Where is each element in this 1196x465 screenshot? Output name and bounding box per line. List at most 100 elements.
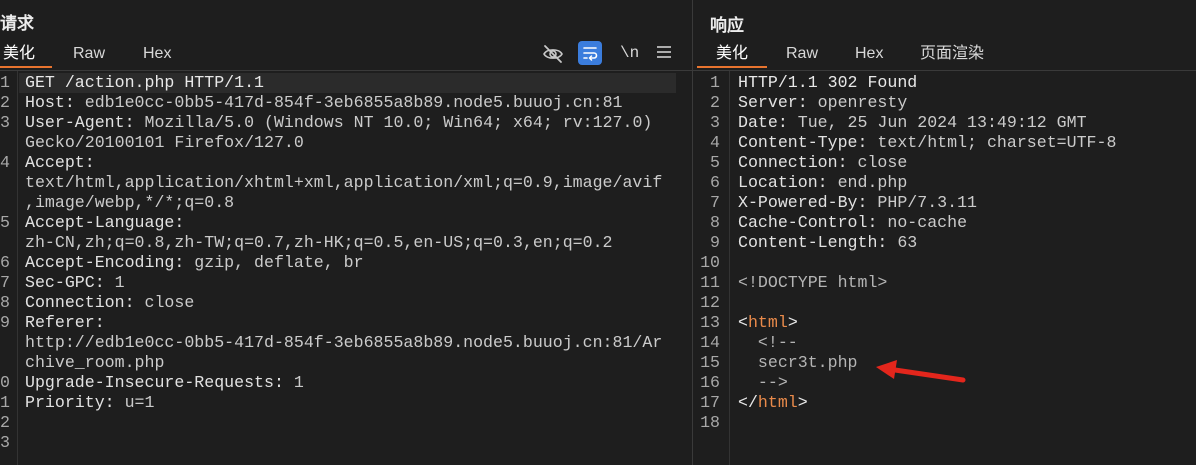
code-line: 17 </html> bbox=[694, 393, 1196, 413]
code-line: 12 bbox=[0, 413, 692, 433]
code-line: 8 Cache-Control: no-cache bbox=[694, 213, 1196, 233]
code-line: 9 Content-Length: 63 bbox=[694, 233, 1196, 253]
code-line: zh-CN,zh;q=0.8,zh-TW;q=0.7,zh-HK;q=0.5,e… bbox=[0, 233, 692, 253]
header-name: Sec-GPC: bbox=[25, 273, 105, 292]
header-value: PHP/7.3.11 bbox=[867, 193, 977, 212]
line-number: 16 bbox=[700, 373, 720, 392]
header-value: end.php bbox=[827, 173, 908, 192]
code-line: 5 Connection: close bbox=[694, 153, 1196, 173]
tag-name: html bbox=[747, 313, 788, 332]
eye-slash-icon[interactable] bbox=[542, 43, 564, 70]
response-tab-raw[interactable]: Raw bbox=[786, 44, 818, 64]
header-value: text/html,application/xhtml+xml,applicat… bbox=[25, 173, 663, 192]
code-line: 5 Accept-Language: bbox=[0, 213, 692, 233]
line-content: --> bbox=[738, 373, 788, 393]
line-content: Connection: close bbox=[738, 153, 907, 173]
code-line: 14 <!-- bbox=[694, 333, 1196, 353]
header-name: Referer: bbox=[25, 313, 105, 332]
request-tab-raw[interactable]: Raw bbox=[73, 44, 105, 64]
code-line: 3 User-Agent: Mozilla/5.0 (Windows NT 10.… bbox=[0, 113, 692, 133]
line-content: Content-Type: text/html; charset=UTF-8 bbox=[738, 133, 1116, 153]
header-value: edb1e0cc-0bb5-417d-854f-3eb6855a8b89.nod… bbox=[74, 93, 623, 112]
line-number: 11 bbox=[0, 393, 10, 412]
header-name: Content-Length: bbox=[738, 233, 888, 252]
menu-icon[interactable] bbox=[656, 45, 672, 64]
code-line: ,image/webp,*/*;q=0.8 bbox=[0, 193, 692, 213]
code-line: 10 bbox=[694, 253, 1196, 273]
response-editor[interactable]: 1 HTTP/1.1 302 Found 2 Server: openresty 3 Da… bbox=[694, 73, 1196, 433]
request-tab-hex[interactable]: Hex bbox=[143, 44, 171, 64]
header-value: Gecko/20100101 Firefox/127.0 bbox=[25, 133, 304, 152]
header-value: text/html; charset=UTF-8 bbox=[867, 133, 1117, 152]
line-number: 14 bbox=[700, 333, 720, 352]
line-content: secr3t.php bbox=[738, 353, 858, 373]
line-number: 5 bbox=[710, 153, 720, 172]
header-value: zh-CN,zh;q=0.8,zh-TW;q=0.7,zh-HK;q=0.5,e… bbox=[25, 233, 613, 252]
html-comment: secr3t.php bbox=[738, 353, 858, 372]
line-number: 1 bbox=[0, 73, 10, 92]
line-number: 1 bbox=[710, 73, 720, 92]
response-tab-pretty[interactable]: 美化 bbox=[716, 44, 748, 64]
line-number: 10 bbox=[0, 373, 10, 392]
request-editor[interactable]: 1 GET /action.php HTTP/1.1 2 Host: edb1e0cc… bbox=[0, 73, 692, 453]
header-value: ,image/webp,*/*;q=0.8 bbox=[25, 193, 235, 212]
wrap-lines-icon[interactable] bbox=[578, 41, 602, 65]
line-content: Server: openresty bbox=[738, 93, 907, 113]
line-number: 2 bbox=[0, 93, 10, 112]
code-line: chive_room.php bbox=[0, 353, 692, 373]
line-content: Upgrade-Insecure-Requests: 1 bbox=[25, 373, 304, 393]
response-tab-render[interactable]: 页面渲染 bbox=[920, 44, 984, 64]
tag-bracket: </ bbox=[738, 393, 758, 412]
line-content: GET /action.php HTTP/1.1 bbox=[25, 73, 264, 93]
code-line: Gecko/20100101 Firefox/127.0 bbox=[0, 133, 692, 153]
header-name: Connection: bbox=[738, 153, 848, 172]
code-line: 18 bbox=[694, 413, 1196, 433]
header-value: gzip, deflate, br bbox=[184, 253, 364, 272]
line-content: http://edb1e0cc-0bb5-417d-854f-3eb6855a8… bbox=[25, 333, 662, 353]
line-number: 13 bbox=[700, 313, 720, 332]
code-line: 7 X-Powered-By: PHP/7.3.11 bbox=[694, 193, 1196, 213]
header-name: Cache-Control: bbox=[738, 213, 878, 232]
line-content: Accept: bbox=[25, 153, 95, 173]
line-number: 7 bbox=[0, 273, 10, 292]
response-tab-hex[interactable]: Hex bbox=[855, 44, 883, 64]
header-value: close bbox=[847, 153, 908, 172]
header-name: User-Agent: bbox=[25, 113, 135, 132]
code-line: 2 Server: openresty bbox=[694, 93, 1196, 113]
line-number: 13 bbox=[0, 433, 10, 452]
tag-bracket: < bbox=[738, 313, 748, 332]
show-newlines-toggle[interactable]: \n bbox=[620, 43, 639, 63]
line-content: Accept-Language: bbox=[25, 213, 184, 233]
header-value: openresty bbox=[807, 93, 908, 112]
line-number: 8 bbox=[710, 213, 720, 232]
html-comment: <!-- bbox=[738, 333, 798, 352]
code-line: 1 HTTP/1.1 302 Found bbox=[694, 73, 1196, 93]
line-number: 4 bbox=[710, 133, 720, 152]
code-line: 16 --> bbox=[694, 373, 1196, 393]
code-line: 12 bbox=[694, 293, 1196, 313]
code-line: 11 <!DOCTYPE html> bbox=[694, 273, 1196, 293]
code-line: 10 Upgrade-Insecure-Requests: 1 bbox=[0, 373, 692, 393]
request-tab-pretty[interactable]: 美化 bbox=[3, 44, 35, 64]
line-content: Host: edb1e0cc-0bb5-417d-854f-3eb6855a8b… bbox=[25, 93, 622, 113]
doctype: <!DOCTYPE html> bbox=[738, 273, 888, 292]
header-value: Mozilla/5.0 (Windows NT 10.0; Win64; x64… bbox=[134, 113, 653, 132]
line-content: Content-Length: 63 bbox=[738, 233, 917, 253]
line-content: </html> bbox=[738, 393, 808, 413]
code-line: 4 Accept: bbox=[0, 153, 692, 173]
header-name: Accept-Encoding: bbox=[25, 253, 185, 272]
line-number: 9 bbox=[710, 233, 720, 252]
html-comment: --> bbox=[738, 373, 788, 392]
line-content: chive_room.php bbox=[25, 353, 164, 373]
header-name: Content-Type: bbox=[738, 133, 868, 152]
line-number: 2 bbox=[710, 93, 720, 112]
code-line: 6 Location: end.php bbox=[694, 173, 1196, 193]
header-value: chive_room.php bbox=[25, 353, 165, 372]
code-line: 6 Accept-Encoding: gzip, deflate, br bbox=[0, 253, 692, 273]
line-content: Accept-Encoding: gzip, deflate, br bbox=[25, 253, 364, 273]
request-active-tab-indicator bbox=[0, 66, 52, 68]
line-content: X-Powered-By: PHP/7.3.11 bbox=[738, 193, 977, 213]
line-number: 12 bbox=[0, 413, 10, 432]
code-line: 13 bbox=[0, 433, 692, 453]
header-name: Accept-Language: bbox=[25, 213, 185, 232]
